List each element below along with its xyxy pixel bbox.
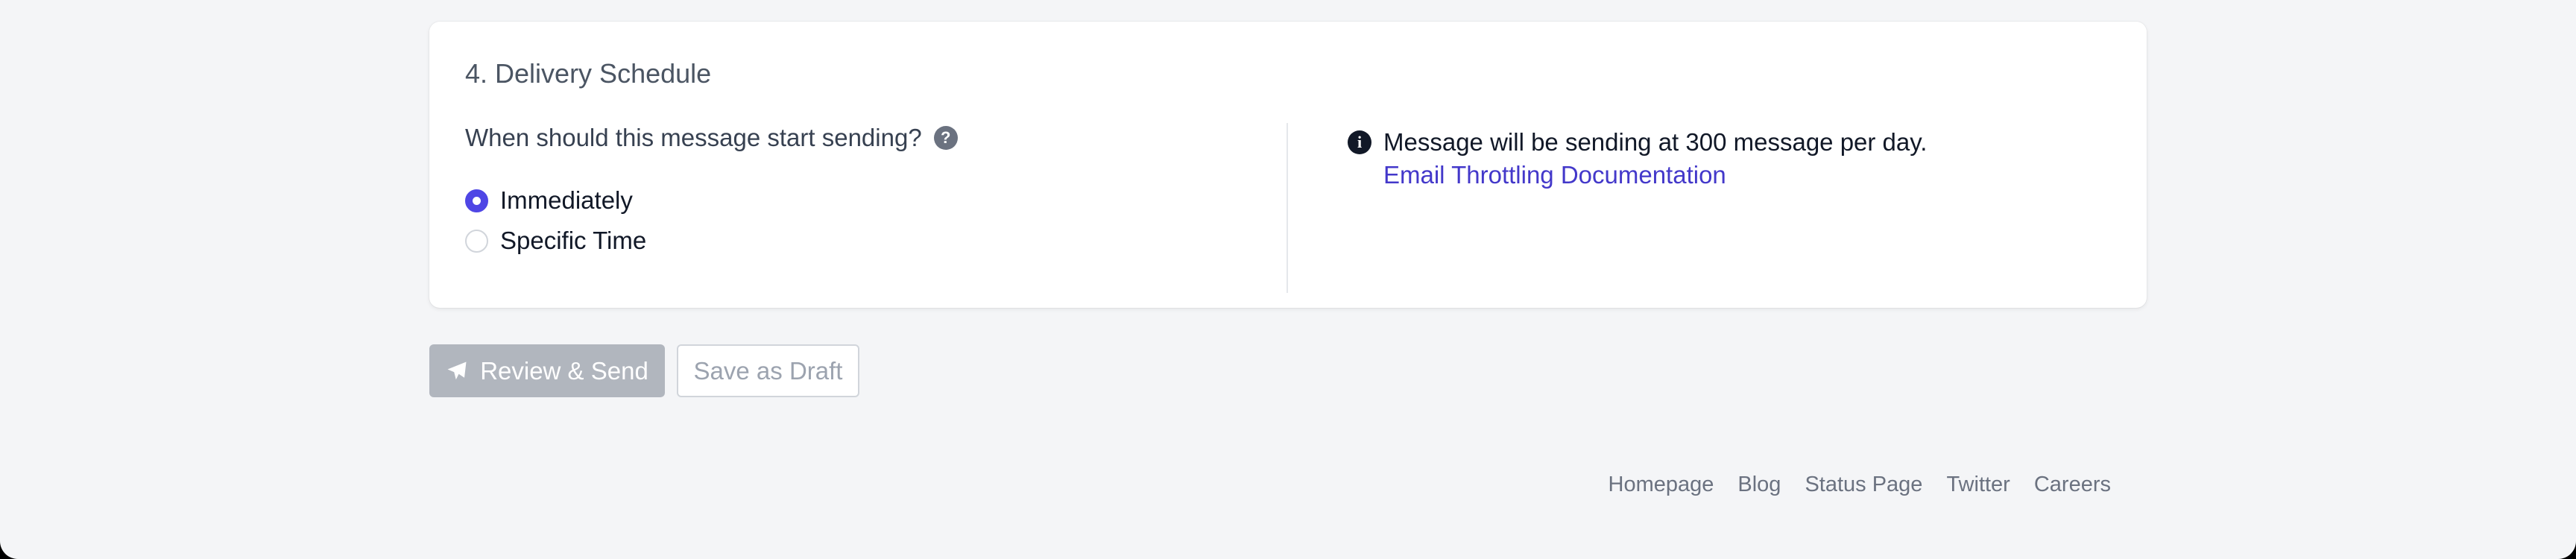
question-circle-icon[interactable]: ? xyxy=(933,126,958,150)
save-as-draft-button[interactable]: Save as Draft xyxy=(677,344,859,397)
paper-plane-icon xyxy=(447,361,467,379)
email-throttling-documentation-link[interactable]: Email Throttling Documentation xyxy=(1383,159,1927,192)
radio-immediately[interactable] xyxy=(465,189,488,212)
info-text: Message will be sending at 300 message p… xyxy=(1383,126,1927,192)
page-viewport: 4. Delivery Schedule When should this me… xyxy=(0,0,2576,559)
footer-links: Homepage Blog Status Page Twitter Career… xyxy=(1609,470,2111,499)
option-specific-time[interactable]: Specific Time xyxy=(465,226,646,256)
question-label: When should this message start sending? xyxy=(465,124,922,151)
footer-link-careers[interactable]: Careers xyxy=(2034,470,2111,499)
radio-specific-time[interactable] xyxy=(465,229,488,253)
footer-link-status-page[interactable]: Status Page xyxy=(1805,470,1922,499)
column-divider xyxy=(1287,123,1288,293)
review-and-send-button[interactable]: Review & Send xyxy=(429,344,665,397)
info-circle-icon: i xyxy=(1348,130,1371,154)
footer-link-homepage[interactable]: Homepage xyxy=(1609,470,1714,499)
footer-link-blog[interactable]: Blog xyxy=(1737,470,1781,499)
delivery-schedule-card: 4. Delivery Schedule When should this me… xyxy=(429,22,2147,308)
throttling-message: Message will be sending at 300 message p… xyxy=(1383,128,1928,156)
section-title: 4. Delivery Schedule xyxy=(465,58,712,89)
save-as-draft-label: Save as Draft xyxy=(693,356,843,385)
footer-link-twitter[interactable]: Twitter xyxy=(1946,470,2010,499)
option-immediately[interactable]: Immediately xyxy=(465,186,633,215)
throttling-info: i Message will be sending at 300 message… xyxy=(1348,126,1927,192)
start-sending-question: When should this message start sending? … xyxy=(465,123,958,153)
option-specific-time-label[interactable]: Specific Time xyxy=(500,226,646,256)
option-immediately-label[interactable]: Immediately xyxy=(500,186,633,215)
review-and-send-label: Review & Send xyxy=(480,356,648,385)
